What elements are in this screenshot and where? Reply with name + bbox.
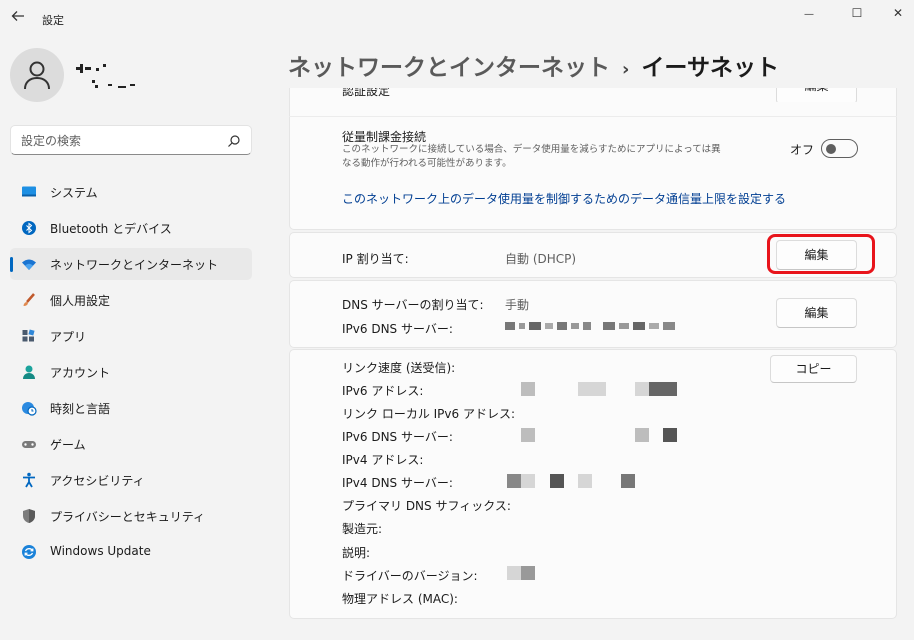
breadcrumb-separator: › [622, 59, 630, 80]
toggle-knob [826, 143, 836, 154]
sidebar-item-time-language[interactable]: 時刻と言語 [10, 392, 252, 424]
title-bar: 設定 — ☐ ✕ [0, 0, 914, 40]
sidebar-item-label: Bluetooth とデバイス [50, 222, 172, 236]
metered-toggle[interactable] [821, 139, 858, 158]
sidebar-item-label: ネットワークとインターネット [50, 258, 219, 272]
close-button[interactable]: ✕ [881, 4, 914, 22]
highlight-annotation [767, 234, 875, 274]
minimize-button[interactable]: — [792, 4, 826, 22]
sidebar-item-personalization[interactable]: 個人用設定 [10, 284, 252, 316]
metered-toggle-state: オフ [790, 143, 815, 157]
sidebar-item-system[interactable]: システム [10, 176, 252, 208]
sidebar-item-accounts[interactable]: アカウント [10, 356, 252, 388]
divider [289, 116, 897, 117]
property-label: 物理アドレス (MAC): [342, 592, 458, 606]
search-input[interactable] [21, 132, 221, 150]
sidebar-item-bluetooth[interactable]: Bluetooth とデバイス [10, 212, 252, 244]
property-label: リンク速度 (送受信): [342, 361, 456, 375]
dns-edit-button[interactable]: 編集 [776, 298, 857, 328]
auth-settings-label: 認証設定 [342, 88, 391, 98]
sidebar-item-label: ゲーム [50, 438, 86, 452]
sidebar-item-label: Windows Update [50, 544, 151, 558]
property-label: 製造元: [342, 522, 383, 536]
person-icon [23, 365, 35, 379]
dns-assignment-label: DNS サーバーの割り当て: [342, 298, 484, 312]
property-label: プライマリ DNS サフィックス: [342, 499, 511, 513]
update-icon [22, 545, 36, 559]
minimize-icon: — [804, 9, 814, 20]
breadcrumb-parent[interactable]: ネットワークとインターネット [288, 55, 610, 81]
sidebar-item-label: システム [50, 186, 98, 200]
sidebar-item-label: 時刻と言語 [50, 402, 111, 416]
sidebar-item-apps[interactable]: アプリ [10, 320, 252, 352]
search-box[interactable] [10, 125, 252, 155]
driver-version-redacted [507, 566, 535, 580]
arrow-left-icon [11, 11, 24, 21]
sidebar-item-label: プライバシーとセキュリティ [50, 510, 206, 524]
dns-assignment-value: 手動 [505, 298, 530, 312]
copy-button[interactable]: コピー [770, 355, 857, 383]
property-label: IPv4 アドレス: [342, 453, 424, 467]
property-label: ドライバーのバージョン: [342, 569, 478, 583]
profile-email-redacted [92, 80, 152, 90]
ip-assignment-label: IP 割り当て: [342, 252, 409, 266]
sidebar-item-privacy[interactable]: プライバシーとセキュリティ [10, 500, 252, 532]
sidebar-item-gaming[interactable]: ゲーム [10, 428, 252, 460]
person-icon [24, 61, 50, 90]
ipv4-dns-server-redacted [507, 474, 635, 488]
bluetooth-icon [22, 221, 36, 235]
sidebar-item-windows-update[interactable]: Windows Update [10, 536, 252, 568]
brush-icon [23, 293, 35, 306]
search-icon [228, 135, 240, 147]
ipv6-dns-label: IPv6 DNS サーバー: [342, 322, 453, 336]
avatar[interactable] [10, 48, 64, 102]
apps-icon [22, 329, 35, 342]
maximize-icon: ☐ [851, 6, 863, 20]
maximize-button[interactable]: ☐ [840, 4, 874, 22]
copy-label: コピー [795, 362, 832, 376]
sidebar-item-label: アプリ [50, 330, 87, 344]
wifi-icon [22, 259, 36, 270]
metered-connection-description: このネットワークに接続している場合、データ使用量を減らすためにアプリによっては異… [342, 144, 721, 169]
ipv6-dns-server-redacted [521, 428, 677, 442]
profile-name-redacted [76, 64, 136, 74]
back-button[interactable] [8, 8, 28, 30]
data-limit-link[interactable]: このネットワーク上のデータ使用量を制御するためのデータ通信量上限を設定する [342, 190, 786, 207]
monitor-icon [22, 186, 36, 197]
property-label: IPv6 DNS サーバー: [342, 430, 453, 444]
sidebar-item-label: アカウント [50, 366, 111, 380]
sidebar-item-network[interactable]: ネットワークとインターネット [10, 248, 252, 280]
app-title: 設定 [42, 14, 64, 27]
gamepad-icon [22, 441, 36, 448]
close-icon: ✕ [892, 6, 904, 20]
sidebar-item-label: アクセシビリティ [50, 474, 145, 488]
ip-assignment-value: 自動 (DHCP) [505, 252, 577, 266]
dns-edit-label: 編集 [804, 306, 829, 320]
auth-edit-button[interactable]: 編集 [776, 88, 857, 102]
page-title: イーサネット [641, 55, 779, 81]
property-label: IPv6 アドレス: [342, 384, 424, 398]
globe-clock-icon [22, 402, 37, 416]
accessibility-icon [23, 472, 35, 488]
sidebar-item-label: 個人用設定 [50, 294, 111, 308]
breadcrumb: ネットワークとインターネット › イーサネット [288, 48, 779, 82]
property-label: IPv4 DNS サーバー: [342, 476, 453, 490]
auth-row-clipped: 認証設定 編集 [289, 88, 897, 102]
ipv6-address-redacted [521, 382, 677, 396]
sidebar-item-accessibility[interactable]: アクセシビリティ [10, 464, 252, 496]
auth-edit-label: 編集 [804, 88, 828, 93]
property-label: 説明: [342, 546, 371, 560]
property-label: リンク ローカル IPv6 アドレス: [342, 407, 515, 421]
shield-icon [23, 509, 35, 523]
ipv6-dns-value-redacted [505, 320, 677, 332]
